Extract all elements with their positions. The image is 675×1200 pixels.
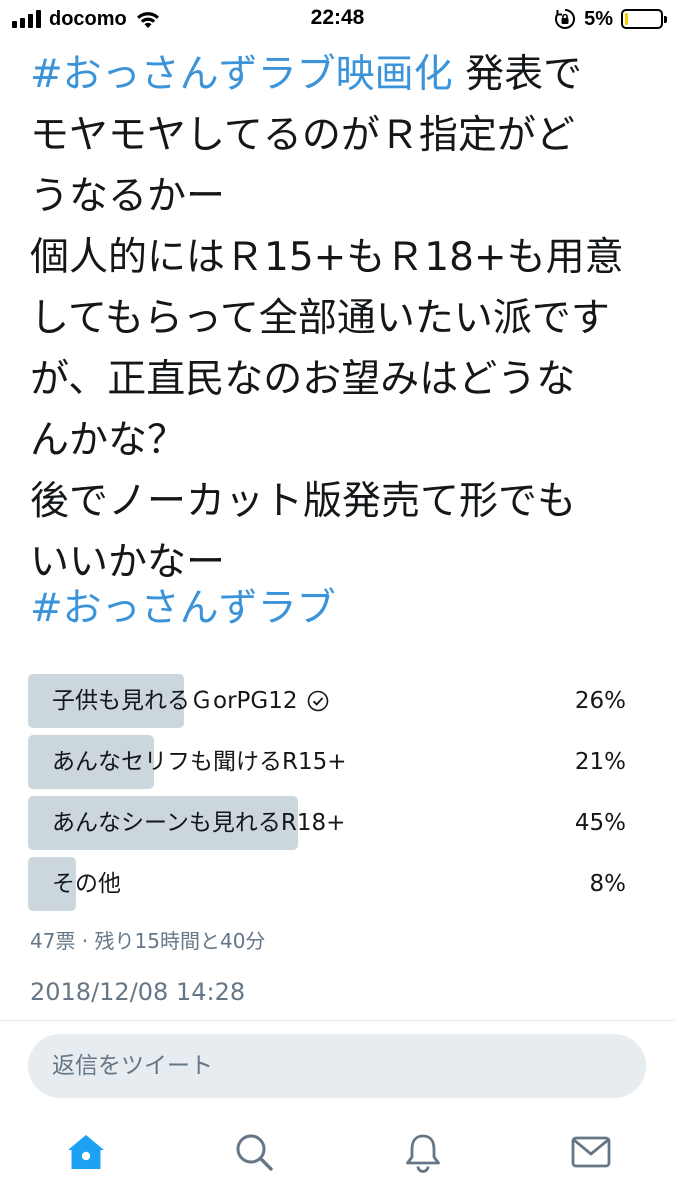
tab-home[interactable] (64, 1130, 108, 1174)
status-right: 5% (554, 7, 667, 31)
poll-option-label: あんなセリフも聞けるR15+ (52, 749, 347, 775)
search-icon (236, 1134, 273, 1171)
poll-option-label-wrap: あんなセリフも聞けるR15+ (52, 735, 347, 789)
battery-fill (625, 13, 628, 25)
footer-hashtag-link[interactable]: #おっさんずラブ (30, 578, 336, 639)
poll-option: その他 8% (28, 857, 628, 911)
poll-option-label-wrap: 子供も見れるＧorPG12 (52, 674, 330, 728)
notifications-icon (406, 1134, 440, 1173)
tweet-line: モヤモヤしてるのがＲ指定がど (30, 113, 575, 158)
tweet-line: んかな？ (30, 418, 187, 463)
poll: 子供も見れるＧorPG12 26% あんなセリフも聞けるR15+ 21% あんな… (28, 674, 628, 918)
tweet-line: 個人的にはＲ15+もＲ18+も用意 (30, 235, 624, 280)
tweet-line: #おっさんずラブ映画化 発表で (30, 44, 660, 105)
tab-messages[interactable] (569, 1130, 613, 1174)
poll-option-label: その他 (52, 871, 121, 897)
tab-notifications[interactable] (401, 1130, 445, 1174)
poll-option-label: 子供も見れるＧorPG12 (52, 688, 298, 714)
poll-option-label-wrap: その他 (52, 857, 121, 911)
poll-option-label-wrap: あんなシーンも見れるR18+ (52, 796, 345, 850)
tweet-line: が、正直民なのお望みはどうな (30, 357, 576, 402)
poll-option: あんなシーンも見れるR18+ 45% (28, 796, 628, 850)
reply-box[interactable] (28, 1034, 646, 1098)
poll-option-percent: 21% (574, 749, 626, 775)
poll-option: あんなセリフも聞けるR15+ 21% (28, 735, 628, 789)
home-icon (68, 1135, 104, 1169)
poll-option-label: あんなシーンも見れるR18+ (52, 810, 346, 836)
tab-search[interactable] (231, 1130, 275, 1174)
messages-icon (571, 1136, 611, 1168)
check-circle-icon (307, 690, 328, 712)
rotation-lock-icon (555, 9, 576, 29)
tab-bar (0, 1110, 675, 1200)
tweet-line: してもらって全部通いたい派です (30, 296, 610, 341)
battery-icon (621, 9, 667, 29)
tweet-timestamp: 2018/12/08 14:28 (30, 978, 246, 1006)
poll-meta: 47票 · 残り15時間と40分 (30, 929, 266, 953)
status-bar: docomo 22:48 5% (0, 0, 675, 38)
tweet-line-text: 発表で (452, 52, 583, 97)
poll-option-percent: 8% (589, 871, 627, 897)
reply-input[interactable] (28, 1034, 646, 1098)
tweet-line: 後でノーカット版発売て形でも (30, 479, 577, 524)
poll-option-percent: 26% (574, 688, 626, 714)
hashtag-link[interactable]: #おっさんずラブ映画化 (30, 52, 453, 97)
poll-option: 子供も見れるＧorPG12 26% (28, 674, 628, 728)
divider (0, 1020, 675, 1021)
poll-option-percent: 45% (574, 810, 626, 836)
tweet-text: #おっさんずラブ映画化 発表で モヤモヤしてるのがＲ指定がど うなるかー 個人的… (30, 44, 660, 593)
tweet-line: うなるかー (30, 174, 226, 219)
battery-percent: 5% (584, 7, 613, 30)
